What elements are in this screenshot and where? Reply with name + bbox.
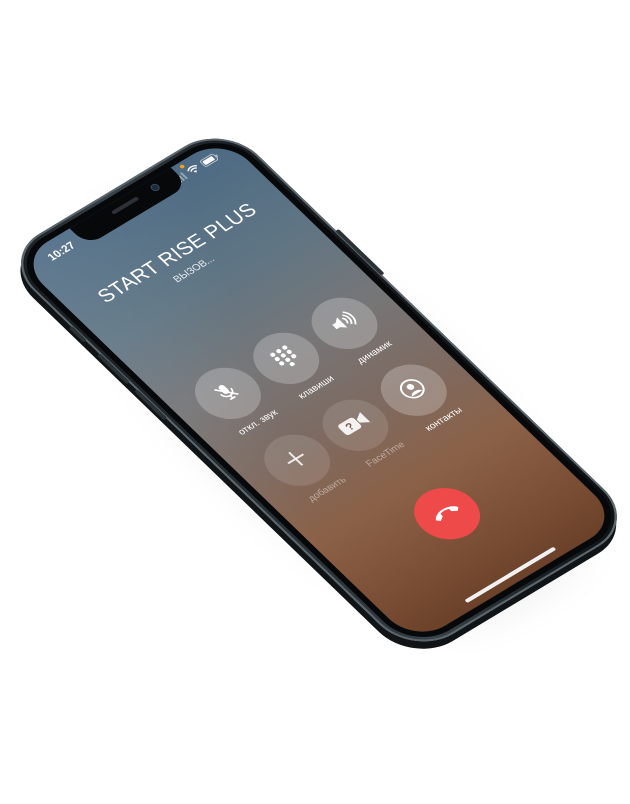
- iphone: 10:27 START RISE PLUS ВЫЗОВ... откл. зву…: [0, 111, 630, 682]
- facetime-icon: ?: [333, 409, 377, 442]
- end-call-button[interactable]: [400, 477, 494, 550]
- front-camera: [148, 182, 162, 193]
- microphone-off-icon: [205, 376, 250, 412]
- plus-icon: [278, 445, 317, 476]
- contacts-icon: [393, 374, 435, 407]
- wifi-icon: [185, 163, 202, 176]
- speaker-icon: [323, 306, 367, 340]
- keypad-icon: [265, 342, 307, 375]
- battery-icon: [199, 152, 221, 168]
- product-image: 10:27 START RISE PLUS ВЫЗОВ... откл. зву…: [0, 0, 630, 804]
- phone-hangup-icon: [427, 499, 467, 528]
- status-time: 10:27: [45, 240, 79, 264]
